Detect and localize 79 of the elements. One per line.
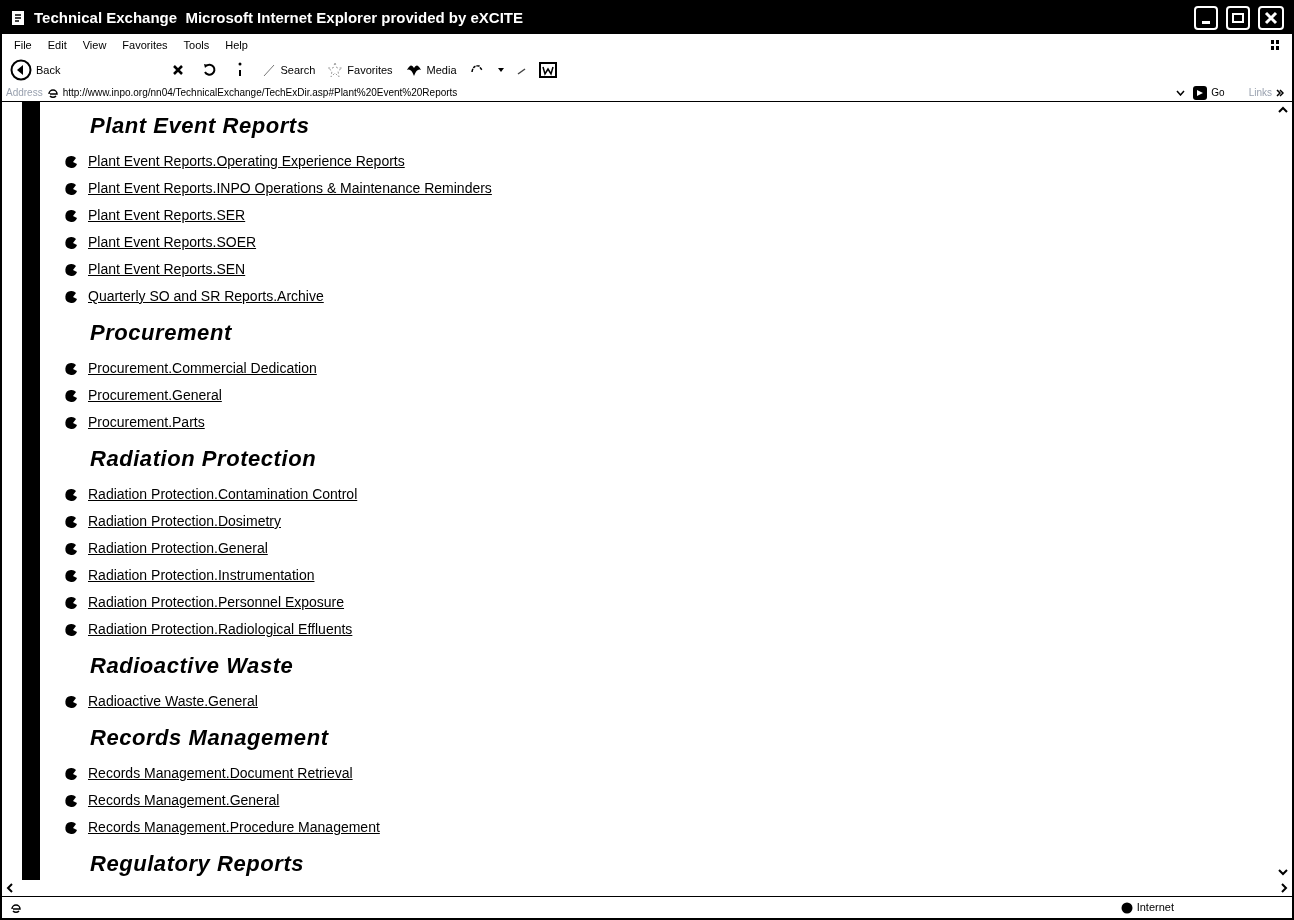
ie-page-icon: [10, 901, 22, 914]
menu-item[interactable]: Favorites: [122, 36, 168, 54]
menu-item[interactable]: Tools: [183, 36, 210, 54]
dropdown-caret-icon: [496, 67, 505, 73]
bullet-icon: [64, 514, 78, 529]
bullet-icon: [64, 820, 78, 835]
topic-link[interactable]: Radioactive Waste.General: [88, 691, 258, 712]
scroll-right-icon: [1281, 883, 1288, 893]
bullet-icon: [64, 568, 78, 583]
bullet-icon: [64, 694, 78, 709]
section-heading: Radioactive Waste: [89, 652, 295, 680]
bullet-icon: [64, 154, 78, 169]
bullet-icon: [64, 541, 78, 556]
bullet-icon: [64, 622, 78, 637]
bullet-icon: [64, 181, 78, 196]
topic-link[interactable]: Procurement.General: [88, 385, 222, 406]
bullet-icon: [64, 793, 78, 808]
globe-icon: [1120, 901, 1133, 914]
ie-page-icon: [46, 86, 59, 99]
chevron-icon: [1276, 88, 1284, 97]
section-heading: Radiation Protection: [89, 445, 318, 473]
star-icon: [327, 62, 344, 78]
topic-link[interactable]: Procurement.Parts: [88, 412, 205, 433]
bullet-icon: [64, 415, 78, 430]
topic-link[interactable]: Records Management.Document Retrieval: [88, 763, 353, 784]
topic-link[interactable]: Radiation Protection.Personnel Exposure: [88, 592, 345, 613]
topic-link[interactable]: Records Management.Procedure Management: [88, 817, 380, 838]
menu-item[interactable]: View: [82, 36, 107, 54]
bullet-icon: [64, 289, 78, 304]
toolbar-button[interactable]: Search: [262, 61, 316, 79]
topic-link[interactable]: Plant Event Reports.SER: [88, 205, 246, 226]
scroll-down-icon: [1278, 869, 1288, 876]
close-icon: [1264, 11, 1278, 25]
windows-logo-icon: [1270, 39, 1280, 51]
bullet-icon: [64, 235, 78, 250]
dropdown-caret-icon: [1176, 89, 1186, 96]
scroll-up-icon: [1278, 106, 1288, 113]
topic-link[interactable]: Quarterly SO and SR Reports.Archive: [88, 286, 324, 307]
topic-link[interactable]: Radiation Protection.General: [88, 538, 268, 559]
toolbar-button[interactable]: [496, 67, 505, 73]
section-heading: Records Management: [89, 724, 330, 752]
topic-link[interactable]: Plant Event Reports.Operating Experience Reports: [88, 151, 405, 172]
topic-link[interactable]: Plant Event Reports.SOER: [88, 232, 257, 253]
go-button[interactable]: Go: [1193, 85, 1225, 100]
menu-item[interactable]: File: [14, 36, 32, 54]
section-heading: Plant Event Reports: [89, 112, 311, 140]
minimize-button[interactable]: [1194, 6, 1218, 30]
window-title: Technical Exchange Microsoft Internet Explorer provided by eXCITE: [34, 7, 524, 28]
address-field[interactable]: http://www.inpo.org/nn04/TechnicalExchange/TechExDir.asp#Plant%20Event%20Reports: [46, 84, 1186, 101]
toolbar-button[interactable]: Favorites: [327, 61, 393, 79]
bullet-icon: [64, 361, 78, 376]
scroll-left-icon: [6, 883, 13, 893]
topic-link[interactable]: Radiation Protection.Radiological Effluents: [88, 619, 353, 640]
bullet-icon: [64, 595, 78, 610]
section-heading: Regulatory Reports: [89, 850, 306, 878]
toolbar-button[interactable]: [538, 62, 557, 78]
maximize-button[interactable]: [1226, 6, 1250, 30]
bullet-icon: [64, 208, 78, 223]
zone-label: Internet: [1136, 900, 1174, 916]
topic-link[interactable]: Plant Event Reports.INPO Operations & Maintenance Reminders: [88, 178, 492, 199]
topic-link[interactable]: Plant Event Reports.SEN: [88, 259, 246, 280]
menu-item[interactable]: Edit: [47, 36, 67, 54]
back-button[interactable]: Back: [10, 59, 61, 81]
close-button[interactable]: [1258, 6, 1284, 30]
section-heading: Procurement: [89, 319, 233, 347]
menu-item[interactable]: Help: [225, 36, 248, 54]
bullet-icon: [64, 766, 78, 781]
bullet-icon: [64, 487, 78, 502]
bullet-icon: [64, 262, 78, 277]
bullet-icon: [64, 388, 78, 403]
document-w-icon: [538, 62, 557, 78]
topic-link[interactable]: Procurement.Commercial Dedication: [88, 358, 317, 379]
topic-link[interactable]: Radiation Protection.Instrumentation: [88, 565, 315, 586]
topic-link[interactable]: Radiation Protection.Contamination Control: [88, 484, 358, 505]
page-icon: [10, 10, 26, 26]
address-label: Address: [6, 86, 43, 100]
topic-link[interactable]: Records Management.General: [88, 790, 280, 811]
toolbar-button[interactable]: Media: [404, 61, 457, 79]
topic-link[interactable]: Radiation Protection.Dosimetry: [88, 511, 281, 532]
